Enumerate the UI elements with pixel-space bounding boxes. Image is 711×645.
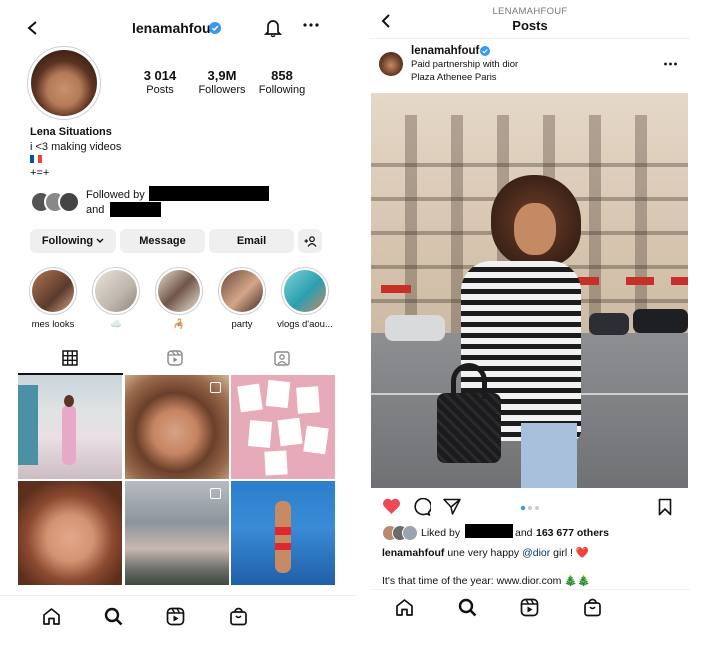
post-tile[interactable] [231,375,335,479]
like-heart-icon[interactable] [382,498,401,515]
reels-icon[interactable] [166,607,185,626]
caption-username[interactable]: lenamahfouf [382,547,444,559]
post-tile[interactable] [125,481,229,585]
highlight-vlogs[interactable] [281,267,329,315]
header-title: Posts [512,18,548,33]
following-count: 858 [271,68,293,83]
caption-end: girl ! ❤️ [553,547,589,559]
liker-avatars [382,525,422,541]
followers-label[interactable]: Followers [192,84,252,96]
post-tile[interactable] [18,481,122,585]
post-screen: LENAMAHFOUF Posts lenamahfouf Paid partn… [370,0,690,645]
grid-icon[interactable] [62,350,78,366]
bio-line: i <3 making videos [30,141,122,153]
comment-icon[interactable] [413,498,431,516]
post-image[interactable] [371,93,688,488]
add-person-icon[interactable] [298,229,322,253]
chevron-down-icon [96,238,104,244]
shop-icon[interactable] [583,598,602,617]
reel-icon [210,382,221,393]
home-icon[interactable] [42,607,61,626]
highlight-scorpion[interactable] [155,267,203,315]
likes-count[interactable]: 163 677 others [536,527,609,539]
followers-count: 3,9M [207,68,237,83]
email-button[interactable]: Email [209,229,294,253]
shop-icon[interactable] [229,607,248,626]
carousel-dots [520,505,540,511]
profile-username: lenamahfouf [132,20,216,36]
reels-tab-icon[interactable] [167,350,183,366]
avatar[interactable] [27,46,101,120]
sponsor-text[interactable]: Paid partnership with dior [411,59,518,70]
header-username: LENAMAHFOUF [492,6,568,17]
following-button-label: Following [41,235,94,247]
and-text: and [86,204,105,216]
post-tile[interactable] [231,481,335,585]
highlight-cloud[interactable] [92,267,140,315]
highlight-label: mes looks [31,319,75,330]
highlight-party[interactable] [218,267,266,315]
liked-by-text: Liked by [421,527,461,539]
bell-icon[interactable] [264,18,282,38]
verified-badge-icon [480,46,490,56]
france-flag-icon [30,155,42,163]
profile-name: Lena Situations [30,126,112,138]
highlight-label: ☁️ [110,319,122,330]
bio-line-symbols: +=+ [30,167,50,179]
post-tile[interactable] [125,375,229,479]
redacted-block [149,186,269,201]
highlight-label: party [231,319,253,330]
redacted-block [110,202,161,217]
follower-avatars [30,191,82,213]
posts-label[interactable]: Posts [132,84,188,96]
post-tile[interactable] [18,375,122,479]
highlight-label: 🦂 [173,319,185,330]
more-options-icon[interactable] [664,62,677,66]
search-icon[interactable] [458,598,477,617]
post-username[interactable]: lenamahfouf [411,45,479,57]
caption-mention[interactable]: @dior [522,547,550,559]
search-icon[interactable] [104,607,123,626]
followed-by-text[interactable]: Followed by [86,189,145,201]
divider [370,38,690,39]
caption: lenamahfouf une very happy @dior girl ! … [382,546,589,559]
share-icon[interactable] [443,498,461,515]
following-label[interactable]: Following [254,84,310,96]
profile-screen: lenamahfouf 3 014 Posts 3,9M Followers 8… [0,0,356,645]
caption-text: une very happy [447,547,520,559]
likes-and-text: and [515,527,533,539]
tagged-tab-icon[interactable] [274,350,290,366]
highlight-mes-looks[interactable] [29,267,77,315]
post-avatar[interactable] [379,52,403,76]
home-icon[interactable] [395,598,414,617]
more-options-icon[interactable] [303,22,319,28]
posts-count: 3 014 [143,68,177,83]
carousel-icon [210,488,221,499]
back-icon[interactable] [26,20,40,36]
following-button[interactable]: Following [30,229,116,253]
reels-icon[interactable] [520,598,539,617]
location-text[interactable]: Plaza Athenee Paris [411,72,497,83]
bookmark-icon[interactable] [658,498,672,516]
message-button[interactable]: Message [120,229,205,253]
caption-line-2: It's that time of the year: www.dior.com… [382,575,591,587]
verified-badge-icon [209,22,221,34]
redacted-block [465,524,513,538]
highlight-label: vlogs d'aou... [277,319,333,330]
